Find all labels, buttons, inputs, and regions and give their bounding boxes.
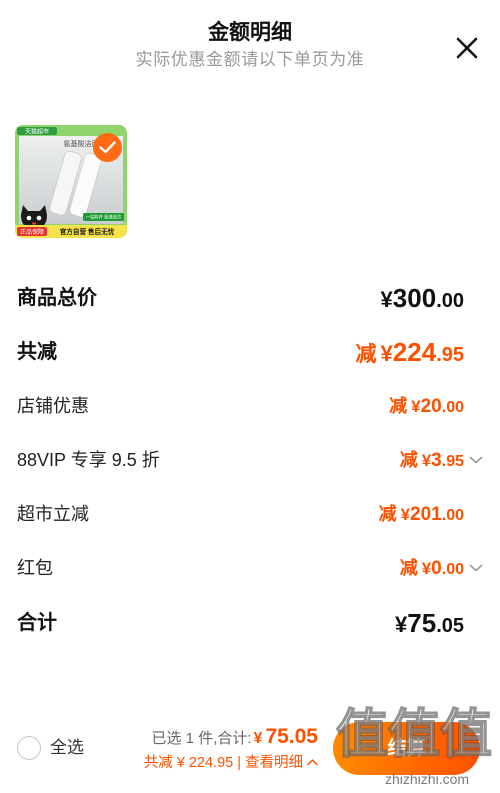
reduce-prefix: 减 (399, 450, 418, 470)
check-icon[interactable] (93, 133, 122, 162)
close-icon[interactable] (455, 36, 479, 60)
amount-decimal: .95 (436, 344, 464, 366)
row-grand-total: 合计 ¥75.05 (0, 603, 500, 643)
amount-integer: 201 (410, 504, 442, 525)
row-amount: 减 ¥3.95 (400, 440, 464, 480)
saved-text: 共减 ¥ 224.95 (143, 755, 234, 771)
amount-integer: 3 (431, 450, 442, 471)
chevron-up-icon[interactable] (307, 758, 318, 766)
select-all-label[interactable]: 全选 (50, 736, 84, 760)
amount-decimal: .05 (436, 615, 464, 637)
reduce-prefix: 减 (355, 343, 377, 366)
checkout-button[interactable]: 结算 (333, 722, 480, 775)
currency-symbol: ¥ (380, 341, 393, 366)
divider: | (237, 755, 241, 771)
row-amount: 减 ¥224.95 (356, 332, 464, 372)
view-details-link[interactable]: 查看明细 (245, 755, 303, 771)
store-tag: 天猫超市 (25, 127, 49, 135)
amount-decimal: .00 (436, 290, 464, 312)
currency-symbol: ¥ (421, 559, 432, 578)
guarantee-badge: 正品保障 (20, 228, 44, 236)
row-label: 超市立减 (17, 504, 89, 524)
amount-decimal: .95 (441, 453, 464, 470)
check-icon-graphic (99, 141, 116, 154)
row-label: 红包 (17, 558, 53, 578)
total-amount: 75.05 (265, 725, 318, 748)
amount-integer: 20 (420, 396, 442, 417)
selected-count-text: 已选 1 件,合计: (151, 730, 252, 747)
delivery-badge: 一站购齐 极速送达 (86, 214, 122, 221)
currency-symbol: ¥ (380, 287, 393, 312)
reduce-prefix: 减 (399, 558, 418, 578)
row-amount: 减 ¥20.00 (389, 386, 464, 426)
row-label: 合计 (17, 612, 57, 634)
row-label: 店铺优惠 (17, 396, 89, 416)
currency-symbol: ¥ (400, 505, 411, 524)
amount-decimal: .00 (441, 507, 464, 524)
reduce-prefix: 减 (378, 504, 397, 524)
page-title: 金额明细 (208, 21, 292, 44)
footer-summary: 已选 1 件,合计: ¥75.05 (152, 723, 318, 752)
row-item-total: 商品总价 ¥300.00 (0, 278, 500, 318)
currency-symbol: ¥ (411, 397, 421, 416)
row-market-discount: 超市立减 减 ¥201.00 (0, 494, 500, 534)
total-currency: ¥ (253, 730, 263, 747)
row-label: 共减 (17, 341, 57, 363)
row-red-packet[interactable]: 红包 减 ¥0.00 (0, 548, 500, 588)
currency-symbol: ¥ (421, 451, 432, 470)
select-all-radio[interactable] (17, 736, 41, 760)
amount-integer: 224 (392, 337, 437, 367)
close-icon-graphic (456, 37, 478, 59)
row-amount: ¥75.05 (391, 603, 464, 643)
row-amount: 减 ¥201.00 (379, 494, 464, 534)
amount-integer: 0 (431, 558, 442, 579)
amount-decimal: .00 (441, 399, 464, 416)
chevron-down-icon[interactable] (469, 455, 483, 465)
amount-integer: 300 (392, 283, 437, 313)
row-label: 商品总价 (17, 287, 97, 309)
page-subtitle: 实际优惠金额请以下单页为准 (135, 50, 365, 69)
currency-symbol: ¥ (395, 612, 408, 637)
amount-integer: 75 (407, 608, 437, 638)
footer-discount-line[interactable]: 共减 ¥ 224.95 | 查看明细 (144, 753, 318, 773)
row-amount: ¥300.00 (377, 278, 464, 318)
service-text: 官方自营 售后无忧 (60, 227, 115, 236)
amount-decimal: .00 (441, 561, 464, 578)
reduce-prefix: 减 (389, 396, 408, 416)
chevron-down-icon[interactable] (469, 563, 483, 573)
row-label: 88VIP 专享 9.5 折 (17, 450, 160, 470)
row-store-discount: 店铺优惠 减 ¥20.00 (0, 386, 500, 426)
row-total-discount: 共减 减 ¥224.95 (0, 332, 500, 372)
row-amount: 减 ¥0.00 (400, 548, 464, 588)
row-vip-discount[interactable]: 88VIP 专享 9.5 折 减 ¥3.95 (0, 440, 500, 480)
